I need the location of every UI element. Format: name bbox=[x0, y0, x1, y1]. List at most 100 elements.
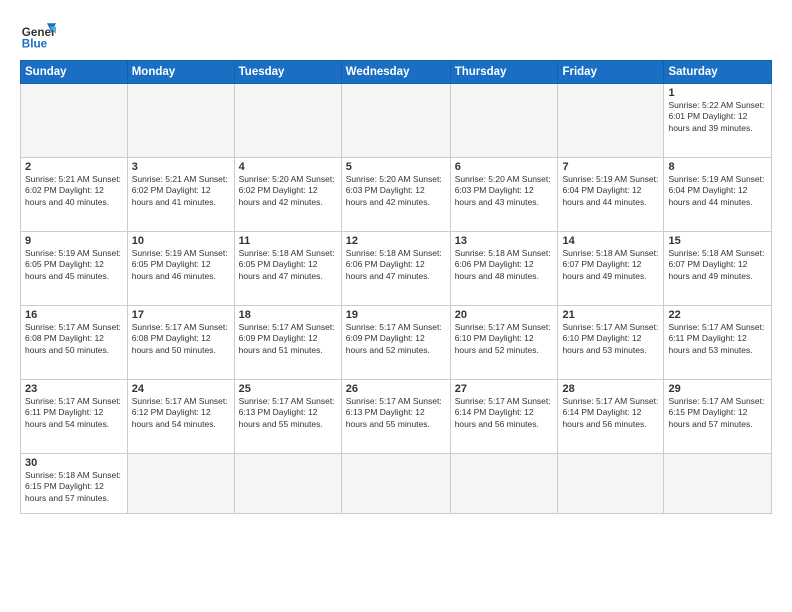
logo: General Blue bbox=[20, 16, 56, 52]
day-info: Sunrise: 5:19 AM Sunset: 6:04 PM Dayligh… bbox=[668, 174, 767, 208]
day-info: Sunrise: 5:17 AM Sunset: 6:11 PM Dayligh… bbox=[668, 322, 767, 356]
day-number: 25 bbox=[239, 383, 337, 395]
day-number: 27 bbox=[455, 383, 554, 395]
day-info: Sunrise: 5:17 AM Sunset: 6:14 PM Dayligh… bbox=[455, 396, 554, 430]
day-info: Sunrise: 5:19 AM Sunset: 6:04 PM Dayligh… bbox=[562, 174, 659, 208]
table-row: 23Sunrise: 5:17 AM Sunset: 6:11 PM Dayli… bbox=[21, 380, 128, 454]
day-number: 15 bbox=[668, 235, 767, 247]
table-row bbox=[664, 454, 772, 514]
logo-icon: General Blue bbox=[20, 16, 56, 52]
day-number: 29 bbox=[668, 383, 767, 395]
day-number: 19 bbox=[346, 309, 446, 321]
day-number: 4 bbox=[239, 161, 337, 173]
day-number: 21 bbox=[562, 309, 659, 321]
day-number: 14 bbox=[562, 235, 659, 247]
svg-text:Blue: Blue bbox=[22, 38, 48, 51]
table-row: 12Sunrise: 5:18 AM Sunset: 6:06 PM Dayli… bbox=[341, 232, 450, 306]
day-info: Sunrise: 5:19 AM Sunset: 6:05 PM Dayligh… bbox=[132, 248, 230, 282]
table-row: 19Sunrise: 5:17 AM Sunset: 6:09 PM Dayli… bbox=[341, 306, 450, 380]
table-row: 7Sunrise: 5:19 AM Sunset: 6:04 PM Daylig… bbox=[558, 158, 664, 232]
table-row: 22Sunrise: 5:17 AM Sunset: 6:11 PM Dayli… bbox=[664, 306, 772, 380]
day-number: 20 bbox=[455, 309, 554, 321]
table-row bbox=[558, 84, 664, 158]
calendar-page: General Blue Sunday Monday Tuesday Wedne… bbox=[0, 0, 792, 612]
table-row: 16Sunrise: 5:17 AM Sunset: 6:08 PM Dayli… bbox=[21, 306, 128, 380]
table-row: 13Sunrise: 5:18 AM Sunset: 6:06 PM Dayli… bbox=[450, 232, 558, 306]
table-row: 18Sunrise: 5:17 AM Sunset: 6:09 PM Dayli… bbox=[234, 306, 341, 380]
col-wednesday: Wednesday bbox=[341, 61, 450, 84]
day-number: 23 bbox=[25, 383, 123, 395]
col-thursday: Thursday bbox=[450, 61, 558, 84]
day-info: Sunrise: 5:21 AM Sunset: 6:02 PM Dayligh… bbox=[132, 174, 230, 208]
table-row: 20Sunrise: 5:17 AM Sunset: 6:10 PM Dayli… bbox=[450, 306, 558, 380]
table-row bbox=[341, 84, 450, 158]
col-sunday: Sunday bbox=[21, 61, 128, 84]
day-number: 5 bbox=[346, 161, 446, 173]
day-number: 17 bbox=[132, 309, 230, 321]
table-row: 26Sunrise: 5:17 AM Sunset: 6:13 PM Dayli… bbox=[341, 380, 450, 454]
day-info: Sunrise: 5:17 AM Sunset: 6:08 PM Dayligh… bbox=[132, 322, 230, 356]
table-row: 4Sunrise: 5:20 AM Sunset: 6:02 PM Daylig… bbox=[234, 158, 341, 232]
day-number: 7 bbox=[562, 161, 659, 173]
day-info: Sunrise: 5:18 AM Sunset: 6:06 PM Dayligh… bbox=[346, 248, 446, 282]
day-info: Sunrise: 5:20 AM Sunset: 6:03 PM Dayligh… bbox=[346, 174, 446, 208]
table-row bbox=[341, 454, 450, 514]
day-info: Sunrise: 5:17 AM Sunset: 6:11 PM Dayligh… bbox=[25, 396, 123, 430]
day-number: 18 bbox=[239, 309, 337, 321]
table-row: 1Sunrise: 5:22 AM Sunset: 6:01 PM Daylig… bbox=[664, 84, 772, 158]
calendar-table: Sunday Monday Tuesday Wednesday Thursday… bbox=[20, 60, 772, 514]
table-row: 24Sunrise: 5:17 AM Sunset: 6:12 PM Dayli… bbox=[127, 380, 234, 454]
day-number: 26 bbox=[346, 383, 446, 395]
day-number: 9 bbox=[25, 235, 123, 247]
table-row: 9Sunrise: 5:19 AM Sunset: 6:05 PM Daylig… bbox=[21, 232, 128, 306]
day-info: Sunrise: 5:17 AM Sunset: 6:09 PM Dayligh… bbox=[346, 322, 446, 356]
day-info: Sunrise: 5:17 AM Sunset: 6:13 PM Dayligh… bbox=[239, 396, 337, 430]
day-number: 13 bbox=[455, 235, 554, 247]
day-info: Sunrise: 5:21 AM Sunset: 6:02 PM Dayligh… bbox=[25, 174, 123, 208]
day-number: 24 bbox=[132, 383, 230, 395]
table-row bbox=[558, 454, 664, 514]
table-row: 8Sunrise: 5:19 AM Sunset: 6:04 PM Daylig… bbox=[664, 158, 772, 232]
day-info: Sunrise: 5:18 AM Sunset: 6:06 PM Dayligh… bbox=[455, 248, 554, 282]
day-number: 12 bbox=[346, 235, 446, 247]
day-info: Sunrise: 5:17 AM Sunset: 6:14 PM Dayligh… bbox=[562, 396, 659, 430]
day-number: 2 bbox=[25, 161, 123, 173]
table-row: 21Sunrise: 5:17 AM Sunset: 6:10 PM Dayli… bbox=[558, 306, 664, 380]
table-row: 27Sunrise: 5:17 AM Sunset: 6:14 PM Dayli… bbox=[450, 380, 558, 454]
day-info: Sunrise: 5:17 AM Sunset: 6:12 PM Dayligh… bbox=[132, 396, 230, 430]
table-row bbox=[450, 84, 558, 158]
table-row bbox=[21, 84, 128, 158]
day-info: Sunrise: 5:18 AM Sunset: 6:07 PM Dayligh… bbox=[668, 248, 767, 282]
day-number: 28 bbox=[562, 383, 659, 395]
day-number: 8 bbox=[668, 161, 767, 173]
col-tuesday: Tuesday bbox=[234, 61, 341, 84]
table-row: 29Sunrise: 5:17 AM Sunset: 6:15 PM Dayli… bbox=[664, 380, 772, 454]
table-row bbox=[234, 454, 341, 514]
table-row: 30Sunrise: 5:18 AM Sunset: 6:15 PM Dayli… bbox=[21, 454, 128, 514]
table-row bbox=[234, 84, 341, 158]
day-number: 30 bbox=[25, 457, 123, 469]
day-number: 3 bbox=[132, 161, 230, 173]
table-row: 2Sunrise: 5:21 AM Sunset: 6:02 PM Daylig… bbox=[21, 158, 128, 232]
day-number: 22 bbox=[668, 309, 767, 321]
table-row: 6Sunrise: 5:20 AM Sunset: 6:03 PM Daylig… bbox=[450, 158, 558, 232]
table-row bbox=[127, 454, 234, 514]
day-info: Sunrise: 5:18 AM Sunset: 6:05 PM Dayligh… bbox=[239, 248, 337, 282]
table-row: 5Sunrise: 5:20 AM Sunset: 6:03 PM Daylig… bbox=[341, 158, 450, 232]
col-saturday: Saturday bbox=[664, 61, 772, 84]
day-info: Sunrise: 5:17 AM Sunset: 6:10 PM Dayligh… bbox=[455, 322, 554, 356]
day-info: Sunrise: 5:22 AM Sunset: 6:01 PM Dayligh… bbox=[668, 100, 767, 134]
table-row bbox=[127, 84, 234, 158]
table-row: 28Sunrise: 5:17 AM Sunset: 6:14 PM Dayli… bbox=[558, 380, 664, 454]
page-header: General Blue bbox=[20, 16, 772, 52]
day-number: 1 bbox=[668, 87, 767, 99]
table-row: 17Sunrise: 5:17 AM Sunset: 6:08 PM Dayli… bbox=[127, 306, 234, 380]
day-info: Sunrise: 5:20 AM Sunset: 6:02 PM Dayligh… bbox=[239, 174, 337, 208]
day-info: Sunrise: 5:17 AM Sunset: 6:13 PM Dayligh… bbox=[346, 396, 446, 430]
day-info: Sunrise: 5:17 AM Sunset: 6:08 PM Dayligh… bbox=[25, 322, 123, 356]
table-row: 3Sunrise: 5:21 AM Sunset: 6:02 PM Daylig… bbox=[127, 158, 234, 232]
table-row: 10Sunrise: 5:19 AM Sunset: 6:05 PM Dayli… bbox=[127, 232, 234, 306]
day-info: Sunrise: 5:19 AM Sunset: 6:05 PM Dayligh… bbox=[25, 248, 123, 282]
col-monday: Monday bbox=[127, 61, 234, 84]
day-number: 10 bbox=[132, 235, 230, 247]
